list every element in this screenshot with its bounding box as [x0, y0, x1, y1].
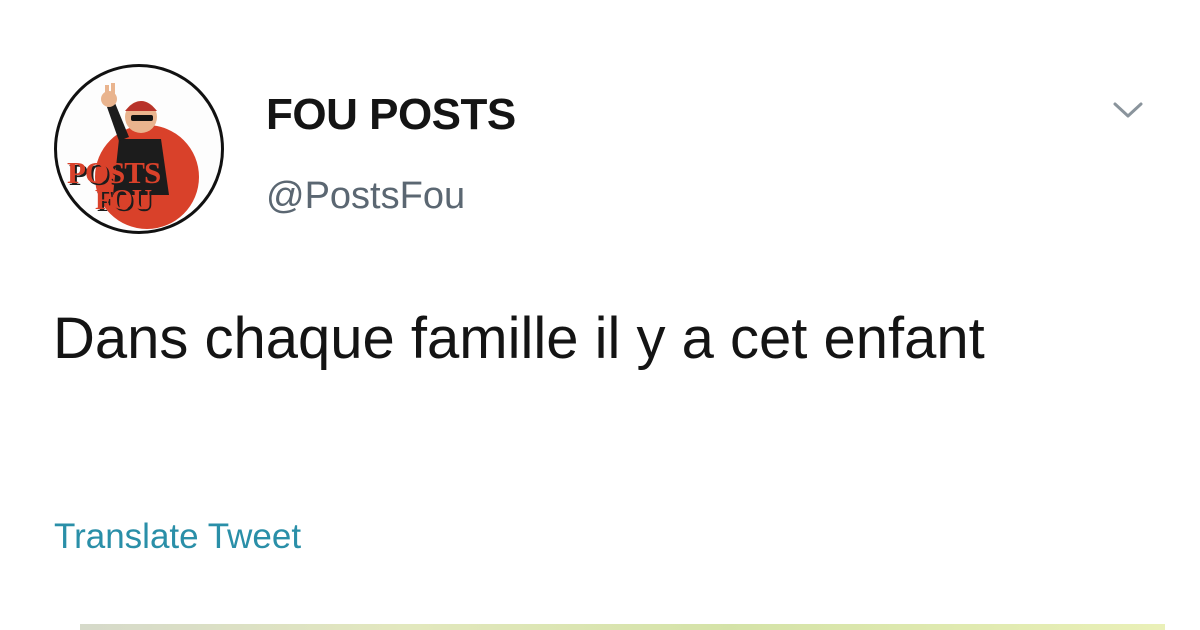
divider	[80, 624, 1165, 630]
tweet-card: POSTS POSTS FOU FOU FOU POSTS @PostsFou …	[0, 0, 1200, 630]
display-name[interactable]: FOU POSTS	[266, 90, 516, 140]
avatar[interactable]: POSTS POSTS FOU FOU	[54, 64, 224, 234]
translate-tweet-link[interactable]: Translate Tweet	[54, 517, 301, 557]
chevron-down-icon[interactable]	[1110, 96, 1146, 124]
avatar-logo: POSTS POSTS FOU FOU	[67, 83, 199, 229]
tweet-text: Dans chaque famille il y a cet enfant	[53, 306, 985, 371]
user-handle[interactable]: @PostsFou	[266, 175, 465, 218]
avatar-text-fou-front: FOU	[95, 185, 152, 216]
